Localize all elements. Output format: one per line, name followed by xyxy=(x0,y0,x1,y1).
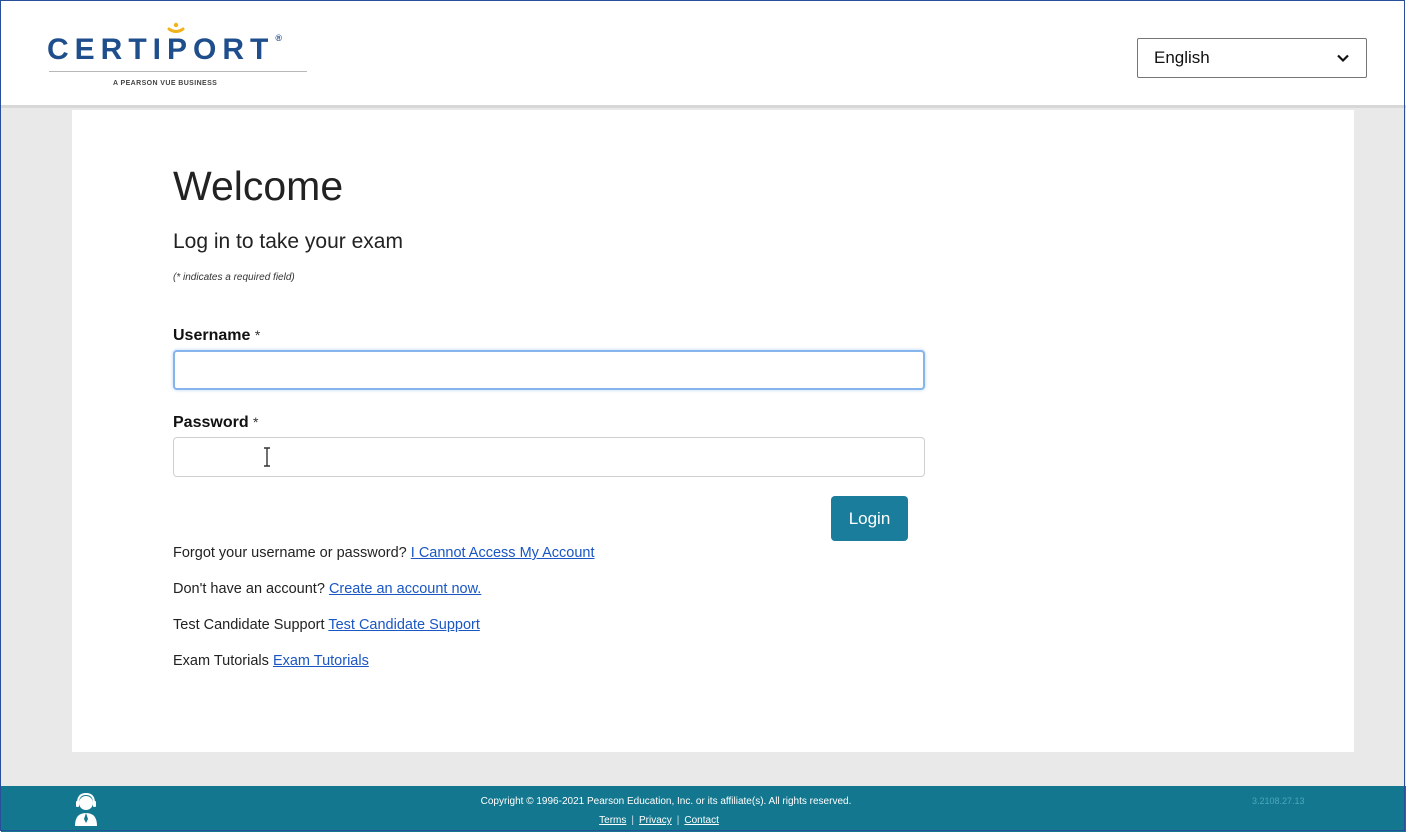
login-button[interactable]: Login xyxy=(831,496,908,541)
version-text: 3.2108.27.13 xyxy=(1252,796,1305,806)
no-account-text: Don't have an account? xyxy=(173,581,325,597)
text-cursor-icon xyxy=(264,447,270,467)
cannot-access-account-link[interactable]: I Cannot Access My Account xyxy=(411,545,595,561)
logo-tagline: A PEARSON VUE BUSINESS xyxy=(113,80,218,87)
password-input[interactable] xyxy=(173,437,925,477)
exam-tutorials-row: Exam Tutorials Exam Tutorials xyxy=(173,653,369,669)
certiport-logo[interactable]: CERTIPORT® A PEARSON VUE BUSINESS xyxy=(47,22,317,93)
candidate-support-row: Test Candidate Support Test Candidate Su… xyxy=(173,617,480,633)
forgot-credentials-row: Forgot your username or password? I Cann… xyxy=(173,545,595,561)
exam-tutorials-text: Exam Tutorials xyxy=(173,653,269,669)
privacy-link[interactable]: Privacy xyxy=(639,815,672,826)
page-title: Welcome xyxy=(173,163,344,209)
required-field-note: (* indicates a required field) xyxy=(173,272,295,283)
create-account-link[interactable]: Create an account now. xyxy=(329,581,481,597)
language-select[interactable]: English xyxy=(1137,38,1367,78)
terms-link[interactable]: Terms xyxy=(599,815,626,826)
password-label: Password * xyxy=(173,414,259,431)
logo-divider xyxy=(49,71,307,72)
footer-links: Terms | Privacy | Contact xyxy=(0,815,1318,826)
username-label: Username * xyxy=(173,327,261,344)
forgot-credentials-text: Forgot your username or password? xyxy=(173,545,407,561)
logo-person-icon xyxy=(167,22,185,33)
page-subtitle: Log in to take your exam xyxy=(173,230,403,253)
username-input[interactable] xyxy=(173,350,925,390)
candidate-support-text: Test Candidate Support xyxy=(173,617,325,633)
language-selected-value: English xyxy=(1154,48,1210,67)
create-account-row: Don't have an account? Create an account… xyxy=(173,581,481,597)
candidate-support-link[interactable]: Test Candidate Support xyxy=(328,617,480,633)
footer-separator: | xyxy=(631,815,634,826)
copyright-text: Copyright © 1996-2021 Pearson Education,… xyxy=(480,796,852,807)
contact-link[interactable]: Contact xyxy=(684,815,718,826)
site-header: CERTIPORT® A PEARSON VUE BUSINESS Englis… xyxy=(1,1,1406,105)
footer-separator: | xyxy=(676,815,680,826)
exam-tutorials-link[interactable]: Exam Tutorials xyxy=(273,653,369,669)
chevron-down-icon xyxy=(1337,54,1349,63)
required-marker: * xyxy=(254,327,261,343)
required-marker: * xyxy=(253,414,259,430)
